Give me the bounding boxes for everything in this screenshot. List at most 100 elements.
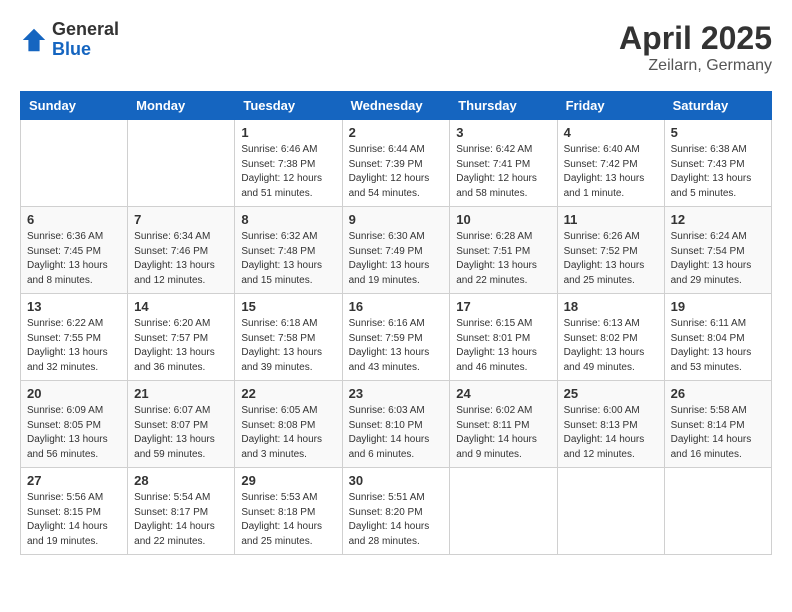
weekday-header-friday: Friday [557,92,664,120]
day-number: 13 [27,299,121,314]
day-info: Sunrise: 6:40 AM Sunset: 7:42 PM Dayligh… [564,143,658,201]
day-number: 11 [564,212,658,227]
calendar-cell: 6Sunrise: 6:36 AM Sunset: 7:45 PM Daylig… [21,207,128,294]
day-info: Sunrise: 6:30 AM Sunset: 7:49 PM Dayligh… [349,230,444,288]
day-number: 18 [564,299,658,314]
day-info: Sunrise: 6:20 AM Sunset: 7:57 PM Dayligh… [134,317,228,375]
day-info: Sunrise: 6:46 AM Sunset: 7:38 PM Dayligh… [241,143,335,201]
day-info: Sunrise: 6:15 AM Sunset: 8:01 PM Dayligh… [456,317,550,375]
day-number: 1 [241,125,335,140]
page-header: General Blue April 2025 Zeilarn, Germany [20,20,772,75]
calendar-header: SundayMondayTuesdayWednesdayThursdayFrid… [21,92,772,120]
calendar-body: 1 Sunrise: 6:46 AM Sunset: 7:38 PM Daylig… [21,120,772,555]
weekday-header-tuesday: Tuesday [235,92,342,120]
calendar-cell [664,468,771,555]
day-number: 23 [349,386,444,401]
calendar-cell: 25Sunrise: 6:00 AM Sunset: 8:13 PM Dayli… [557,381,664,468]
day-info: Sunrise: 5:56 AM Sunset: 8:15 PM Dayligh… [27,491,121,549]
day-number: 28 [134,473,228,488]
day-info: Sunrise: 6:13 AM Sunset: 8:02 PM Dayligh… [564,317,658,375]
calendar-cell: 30 Sunrise: 5:51 AM Sunset: 8:20 PM Dayli… [342,468,450,555]
day-info: Sunrise: 6:34 AM Sunset: 7:46 PM Dayligh… [134,230,228,288]
day-info: Sunrise: 6:16 AM Sunset: 7:59 PM Dayligh… [349,317,444,375]
day-info: Sunrise: 5:53 AM Sunset: 8:18 PM Dayligh… [241,491,335,549]
calendar-cell [21,120,128,207]
calendar-cell: 29 Sunrise: 5:53 AM Sunset: 8:18 PM Dayli… [235,468,342,555]
day-info: Sunrise: 6:05 AM Sunset: 8:08 PM Dayligh… [241,404,335,462]
logo-general: General [52,20,119,40]
day-number: 30 [349,473,444,488]
day-number: 2 [349,125,444,140]
day-info: Sunrise: 6:03 AM Sunset: 8:10 PM Dayligh… [349,404,444,462]
calendar-week-5: 27 Sunrise: 5:56 AM Sunset: 8:15 PM Dayli… [21,468,772,555]
day-info: Sunrise: 6:11 AM Sunset: 8:04 PM Dayligh… [671,317,765,375]
calendar-cell: 12Sunrise: 6:24 AM Sunset: 7:54 PM Dayli… [664,207,771,294]
day-number: 4 [564,125,658,140]
day-number: 10 [456,212,550,227]
weekday-header-saturday: Saturday [664,92,771,120]
calendar-cell: 19Sunrise: 6:11 AM Sunset: 8:04 PM Dayli… [664,294,771,381]
calendar-week-4: 20 Sunrise: 6:09 AM Sunset: 8:05 PM Dayli… [21,381,772,468]
calendar-cell: 22Sunrise: 6:05 AM Sunset: 8:08 PM Dayli… [235,381,342,468]
logo-text: General Blue [52,20,119,60]
day-info: Sunrise: 5:58 AM Sunset: 8:14 PM Dayligh… [671,404,765,462]
calendar-cell: 20 Sunrise: 6:09 AM Sunset: 8:05 PM Dayli… [21,381,128,468]
calendar-cell: 17 Sunrise: 6:15 AM Sunset: 8:01 PM Dayli… [450,294,557,381]
day-number: 24 [456,386,550,401]
day-number: 14 [134,299,228,314]
calendar-cell: 26 Sunrise: 5:58 AM Sunset: 8:14 PM Dayli… [664,381,771,468]
calendar-cell: 15Sunrise: 6:18 AM Sunset: 7:58 PM Dayli… [235,294,342,381]
day-info: Sunrise: 6:09 AM Sunset: 8:05 PM Dayligh… [27,404,121,462]
calendar-cell: 24 Sunrise: 6:02 AM Sunset: 8:11 PM Dayli… [450,381,557,468]
calendar-cell: 9 Sunrise: 6:30 AM Sunset: 7:49 PM Daylig… [342,207,450,294]
day-info: Sunrise: 6:32 AM Sunset: 7:48 PM Dayligh… [241,230,335,288]
weekday-header-wednesday: Wednesday [342,92,450,120]
calendar-cell: 23 Sunrise: 6:03 AM Sunset: 8:10 PM Dayli… [342,381,450,468]
weekday-header-monday: Monday [128,92,235,120]
day-info: Sunrise: 6:36 AM Sunset: 7:45 PM Dayligh… [27,230,121,288]
calendar-cell: 13 Sunrise: 6:22 AM Sunset: 7:55 PM Dayli… [21,294,128,381]
weekday-header-row: SundayMondayTuesdayWednesdayThursdayFrid… [21,92,772,120]
day-info: Sunrise: 6:02 AM Sunset: 8:11 PM Dayligh… [456,404,550,462]
calendar-cell: 7 Sunrise: 6:34 AM Sunset: 7:46 PM Daylig… [128,207,235,294]
day-number: 17 [456,299,550,314]
calendar-cell [450,468,557,555]
day-info: Sunrise: 5:51 AM Sunset: 8:20 PM Dayligh… [349,491,444,549]
calendar-week-3: 13 Sunrise: 6:22 AM Sunset: 7:55 PM Dayli… [21,294,772,381]
calendar-cell: 16Sunrise: 6:16 AM Sunset: 7:59 PM Dayli… [342,294,450,381]
day-number: 25 [564,386,658,401]
day-number: 26 [671,386,765,401]
calendar: SundayMondayTuesdayWednesdayThursdayFrid… [20,91,772,555]
day-number: 9 [349,212,444,227]
calendar-cell: 11Sunrise: 6:26 AM Sunset: 7:52 PM Dayli… [557,207,664,294]
calendar-cell: 21Sunrise: 6:07 AM Sunset: 8:07 PM Dayli… [128,381,235,468]
calendar-cell [128,120,235,207]
calendar-cell: 4 Sunrise: 6:40 AM Sunset: 7:42 PM Daylig… [557,120,664,207]
calendar-week-1: 1 Sunrise: 6:46 AM Sunset: 7:38 PM Daylig… [21,120,772,207]
day-info: Sunrise: 5:54 AM Sunset: 8:17 PM Dayligh… [134,491,228,549]
calendar-cell: 14 Sunrise: 6:20 AM Sunset: 7:57 PM Dayli… [128,294,235,381]
day-info: Sunrise: 6:38 AM Sunset: 7:43 PM Dayligh… [671,143,765,201]
day-info: Sunrise: 6:28 AM Sunset: 7:51 PM Dayligh… [456,230,550,288]
calendar-cell: 2Sunrise: 6:44 AM Sunset: 7:39 PM Daylig… [342,120,450,207]
day-number: 7 [134,212,228,227]
day-info: Sunrise: 6:42 AM Sunset: 7:41 PM Dayligh… [456,143,550,201]
day-number: 20 [27,386,121,401]
title-block: April 2025 Zeilarn, Germany [619,20,772,75]
weekday-header-sunday: Sunday [21,92,128,120]
day-number: 5 [671,125,765,140]
day-number: 27 [27,473,121,488]
calendar-cell: 5 Sunrise: 6:38 AM Sunset: 7:43 PM Daylig… [664,120,771,207]
day-number: 21 [134,386,228,401]
calendar-cell: 10 Sunrise: 6:28 AM Sunset: 7:51 PM Dayli… [450,207,557,294]
calendar-cell: 3 Sunrise: 6:42 AM Sunset: 7:41 PM Daylig… [450,120,557,207]
day-info: Sunrise: 6:24 AM Sunset: 7:54 PM Dayligh… [671,230,765,288]
day-number: 3 [456,125,550,140]
day-info: Sunrise: 6:22 AM Sunset: 7:55 PM Dayligh… [27,317,121,375]
calendar-cell [557,468,664,555]
calendar-cell: 28 Sunrise: 5:54 AM Sunset: 8:17 PM Dayli… [128,468,235,555]
calendar-cell: 18 Sunrise: 6:13 AM Sunset: 8:02 PM Dayli… [557,294,664,381]
day-number: 15 [241,299,335,314]
day-number: 29 [241,473,335,488]
logo-blue: Blue [52,40,119,60]
